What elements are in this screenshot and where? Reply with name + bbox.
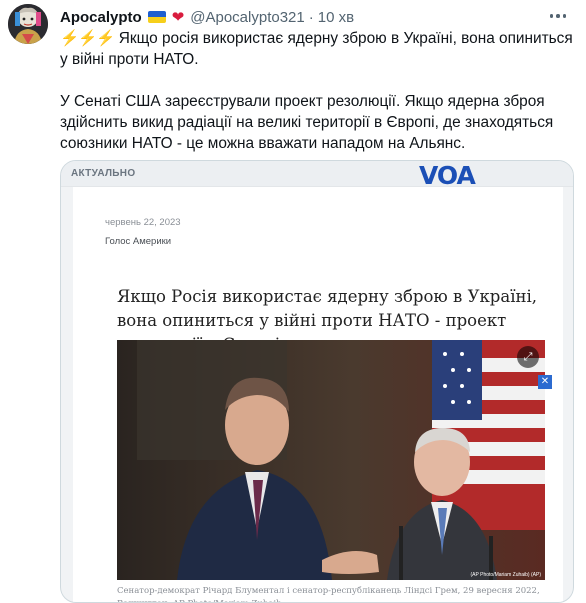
- tweet-paragraph-2: У Сенаті США зареєстрували проект резолю…: [60, 93, 554, 152]
- card-kicker: АКТУАЛЬНО: [71, 168, 136, 179]
- tweet: Apocalypto ❤ @Apocalypto321 · 10 хв ⚡⚡⚡ …: [0, 0, 586, 603]
- card-topbar: АКТУАЛЬНО VOA: [61, 161, 573, 190]
- photo-caption: Сенатор-демократ Річард Блументал і сена…: [117, 586, 540, 602]
- article-photo: ⤢ (AP Photo/Mariam Zuhaib) (AP): [117, 340, 545, 580]
- article-preview: червень 22, 2023 Голос Америки Якщо Росі…: [73, 187, 563, 602]
- tweet-header: Apocalypto ❤ @Apocalypto321 · 10 хв: [60, 6, 354, 28]
- separator-dot: ·: [308, 8, 314, 26]
- heart-icon: ❤: [171, 8, 185, 26]
- tweet-line-1: Якщо росія використає ядерну зброю в Укр…: [60, 30, 573, 68]
- close-icon[interactable]: ✕: [538, 375, 552, 389]
- article-date: червень 22, 2023: [105, 217, 181, 228]
- tweet-text: ⚡⚡⚡ Якщо росія використає ядерну зброю в…: [60, 28, 580, 154]
- photo-credit: (AP Photo/Mariam Zuhaib) (AP): [470, 572, 542, 578]
- author-name[interactable]: Apocalypto: [60, 9, 142, 26]
- tweet-time[interactable]: 10 хв: [318, 9, 354, 26]
- avatar[interactable]: [8, 4, 48, 44]
- link-card[interactable]: АКТУАЛЬНО VOA червень 22, 2023 Голос Аме…: [60, 160, 574, 603]
- lightning-emoji: ⚡⚡⚡: [60, 30, 115, 47]
- expand-icon[interactable]: ⤢: [517, 346, 539, 368]
- photo-illustration: [117, 340, 545, 580]
- voa-logo: VOA: [419, 161, 476, 190]
- article-source: Голос Америки: [105, 236, 172, 247]
- more-icon[interactable]: [544, 6, 572, 26]
- author-handle[interactable]: @Apocalypto321: [190, 9, 304, 26]
- ukraine-flag-icon: [147, 11, 166, 23]
